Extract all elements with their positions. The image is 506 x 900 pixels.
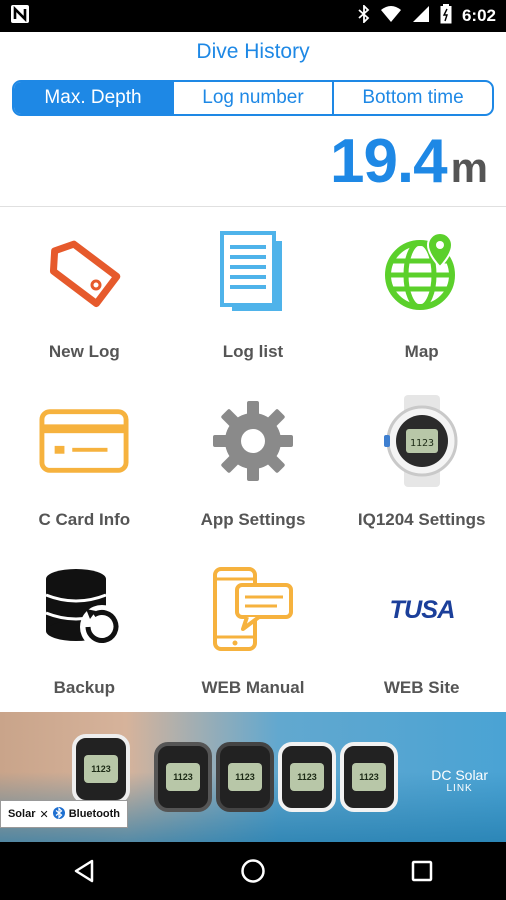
solar-bluetooth-badge: Solar ✕ Bluetooth [0,800,128,828]
menu-app-settings[interactable]: App Settings [169,376,338,544]
menu-label: WEB Manual [201,678,305,697]
svg-text:1123: 1123 [410,438,434,449]
menu-log-list[interactable]: Log list [169,208,338,376]
tab-max-depth[interactable]: Max. Depth [14,82,172,114]
dc-solar-link-logo: DC Solar LINK [431,767,488,794]
menu-label: Backup [53,678,116,697]
metric-value: 19.4 [329,127,448,196]
menu-label: Map [404,342,439,361]
banner-watch-image: 1123 [72,734,130,804]
signal-icon [412,5,430,28]
metric-readout: 19.4 m [330,126,488,197]
promo-banner[interactable]: 1123 1123 1123 1123 1123 Solar ✕ Bluetoo… [0,712,506,842]
metric-unit: m [450,144,488,191]
tusa-logo: TUSA [377,564,467,654]
tag-icon [39,228,129,318]
gear-icon [208,396,298,486]
phone-chat-icon [208,564,298,654]
cross-icon: ✕ [39,808,49,821]
menu-iq1204-settings[interactable]: 1123 IQ1204 Settings [337,376,506,544]
battery-icon [440,3,452,29]
wifi-icon [380,5,402,28]
menu-label: App Settings [200,510,306,529]
menu-label: WEB Site [383,678,460,697]
dive-watch-icon: 1123 [377,395,467,487]
database-restore-icon [39,564,129,654]
menu-label: New Log [48,342,120,361]
banner-watch-image: 1123 [154,742,212,812]
menu-label: Log list [222,342,284,361]
menu-label: IQ1204 Settings [357,510,486,529]
page-title: Dive History [196,40,310,63]
banner-watch-image: 1123 [278,742,336,812]
menu-map[interactable]: Map [337,208,506,376]
home-circle-icon [241,859,265,883]
menu-new-log[interactable]: New Log [0,208,169,376]
home-button[interactable] [223,851,283,891]
back-button[interactable] [54,851,114,891]
system-nav-bar [0,842,506,900]
n-logo-icon [10,4,30,29]
document-list-icon [208,228,298,318]
tab-bottom-time[interactable]: Bottom time [332,82,492,114]
tab-log-number[interactable]: Log number [172,82,332,114]
menu-c-card-info[interactable]: C Card Info [0,376,169,544]
menu-backup[interactable]: Backup [0,544,169,712]
menu-web-site[interactable]: TUSA WEB Site [337,544,506,712]
bluetooth-icon [52,806,65,823]
banner-watch-image: 1123 [340,742,398,812]
menu-label: C Card Info [38,510,131,529]
bluetooth-icon [358,3,370,28]
recents-square-icon [411,860,432,882]
recents-button[interactable] [392,851,452,891]
card-icon [39,396,129,486]
status-bar: 6:02 [0,0,506,32]
clock: 6:02 [461,6,496,25]
banner-watch-image: 1123 [216,742,274,812]
menu-grid: New Log Log list Map C Card Info App Set… [0,208,506,712]
svg-text:TUSA: TUSA [389,596,454,624]
divider [0,206,506,207]
globe-pin-icon [377,228,467,318]
menu-web-manual[interactable]: WEB Manual [169,544,338,712]
back-triangle-icon [75,859,94,883]
metric-tab-bar: Max. Depth Log number Bottom time [12,80,494,116]
